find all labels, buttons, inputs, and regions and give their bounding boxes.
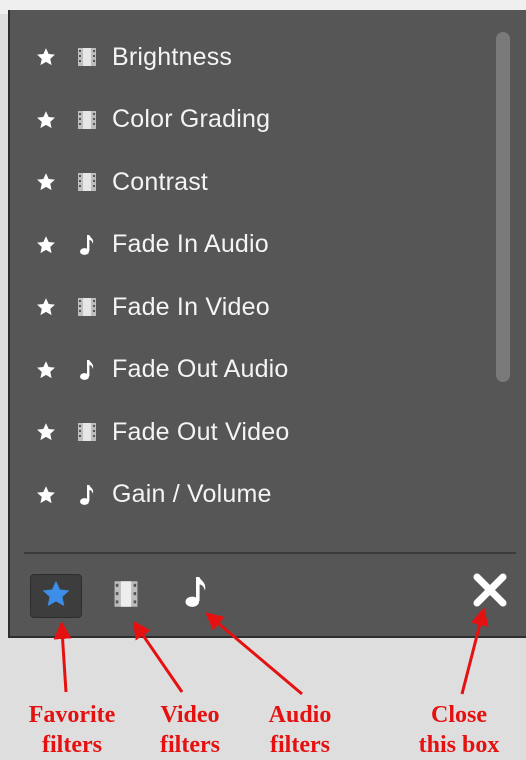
film-icon bbox=[76, 46, 98, 68]
star-icon[interactable] bbox=[36, 172, 56, 192]
film-icon bbox=[76, 421, 98, 443]
film-icon bbox=[76, 171, 98, 193]
annotation-audio: Audio filters bbox=[268, 702, 332, 758]
filter-toolbar bbox=[10, 554, 526, 636]
filter-item-contrast[interactable]: Contrast bbox=[10, 151, 490, 214]
list-scrollbar[interactable] bbox=[496, 32, 510, 382]
music-note-icon bbox=[184, 575, 208, 614]
filter-item-fade-out-video[interactable]: Fade Out Video bbox=[10, 401, 490, 464]
film-icon bbox=[76, 109, 98, 131]
annotation-favorites: Favorite filters bbox=[28, 702, 116, 758]
filter-item-color-grading[interactable]: Color Grading bbox=[10, 89, 490, 152]
filter-label: Fade In Video bbox=[112, 292, 270, 321]
filter-label: Contrast bbox=[112, 167, 209, 196]
star-icon[interactable] bbox=[36, 485, 56, 505]
close-button[interactable] bbox=[466, 568, 514, 616]
star-icon bbox=[41, 579, 71, 614]
arrow-to-favorites bbox=[53, 621, 72, 693]
filter-item-brightness[interactable]: Brightness bbox=[10, 26, 490, 89]
star-icon[interactable] bbox=[36, 360, 56, 380]
favorite-filters-button[interactable] bbox=[30, 574, 82, 618]
music-note-icon bbox=[76, 359, 98, 381]
music-note-icon bbox=[76, 234, 98, 256]
filter-item-fade-in-video[interactable]: Fade In Video bbox=[10, 276, 490, 339]
star-icon[interactable] bbox=[36, 297, 56, 317]
filter-label: Fade Out Video bbox=[112, 417, 290, 446]
filter-label: Fade Out Audio bbox=[112, 355, 289, 384]
star-icon[interactable] bbox=[36, 235, 56, 255]
star-icon[interactable] bbox=[36, 110, 56, 130]
filter-item-fade-in-audio[interactable]: Fade In Audio bbox=[10, 214, 490, 277]
filter-label: Color Grading bbox=[112, 105, 271, 134]
filter-label: Fade In Audio bbox=[112, 230, 269, 259]
star-icon[interactable] bbox=[36, 47, 56, 67]
annotation-video: Video filters bbox=[160, 702, 220, 758]
filter-label: Brightness bbox=[112, 42, 233, 71]
audio-filters-button[interactable] bbox=[176, 570, 216, 618]
star-icon[interactable] bbox=[36, 422, 56, 442]
close-icon bbox=[472, 572, 508, 613]
film-icon bbox=[76, 296, 98, 318]
video-filters-button[interactable] bbox=[106, 574, 146, 618]
filters-panel: Brightness Color Grading Contrast Fade I… bbox=[8, 10, 526, 638]
filter-list: Brightness Color Grading Contrast Fade I… bbox=[10, 26, 490, 526]
music-note-icon bbox=[76, 484, 98, 506]
filter-label: Gain / Volume bbox=[112, 480, 272, 509]
filter-item-gain-volume[interactable]: Gain / Volume bbox=[10, 464, 490, 527]
annotation-close: Close this box bbox=[418, 702, 500, 758]
film-icon bbox=[113, 580, 139, 613]
filter-item-fade-out-audio[interactable]: Fade Out Audio bbox=[10, 339, 490, 402]
